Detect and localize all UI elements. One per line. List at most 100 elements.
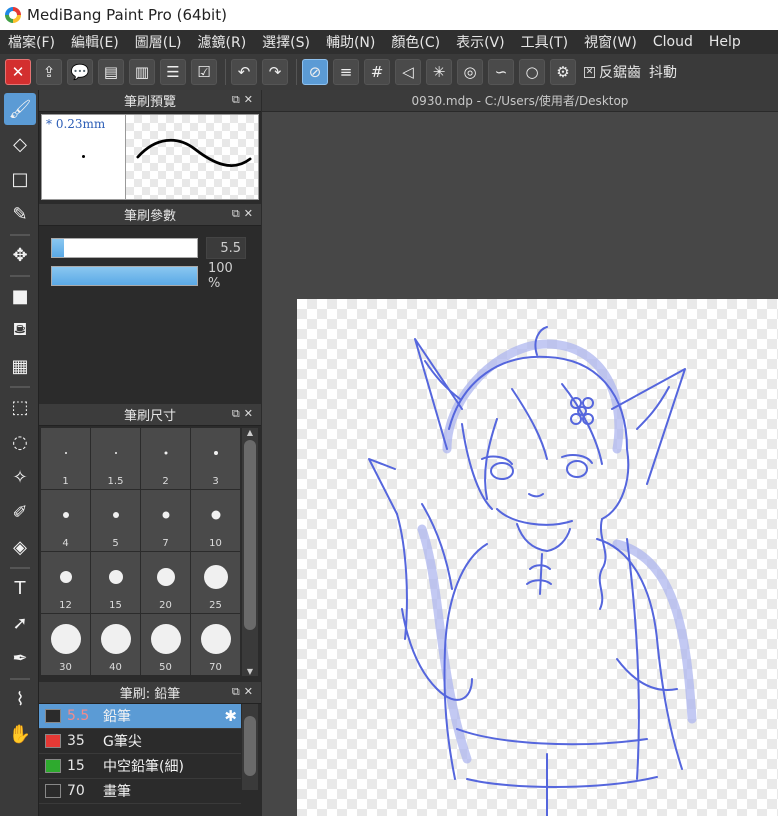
close-document-button[interactable]: ✕ bbox=[5, 59, 31, 85]
sizes-scrollbar[interactable]: ▲ ▼ bbox=[242, 428, 258, 676]
checklist-button[interactable]: ☑ bbox=[191, 59, 217, 85]
bucket-icon: ⛾ bbox=[12, 319, 28, 340]
eraser-tool[interactable]: ◇ bbox=[4, 128, 36, 160]
fan-snap-button[interactable]: ◁ bbox=[395, 59, 421, 85]
scroll-up-icon[interactable]: ▲ bbox=[245, 428, 255, 437]
menu-snap[interactable]: 輔助(N) bbox=[318, 32, 383, 52]
manage-button[interactable]: ☰ bbox=[160, 59, 186, 85]
popout-icon[interactable]: ⧉ bbox=[232, 207, 244, 220]
brush-size-value[interactable]: 5.5 bbox=[206, 237, 246, 259]
fill-rect-tool[interactable]: ■ bbox=[4, 280, 36, 312]
brush-size-option[interactable]: 10 bbox=[191, 490, 240, 551]
snap-off-button[interactable]: ⊘ bbox=[302, 59, 328, 85]
grid-snap-button[interactable]: # bbox=[364, 59, 390, 85]
comment-button[interactable]: 💬 bbox=[67, 59, 93, 85]
menu-view[interactable]: 表示(V) bbox=[448, 32, 513, 52]
magic-wand-tool[interactable]: ✧ bbox=[4, 461, 36, 493]
brush-settings-gear-icon[interactable]: ✱ bbox=[224, 707, 237, 725]
document-button[interactable]: ▥ bbox=[129, 59, 155, 85]
operation-tool[interactable]: ➚ bbox=[4, 607, 36, 639]
brush-list-item[interactable]: 5.5 鉛筆 ✱ bbox=[39, 704, 241, 729]
brush-size-option[interactable]: 2 bbox=[141, 428, 190, 489]
menu-select[interactable]: 選擇(S) bbox=[254, 32, 318, 52]
stabilizer-toggle[interactable]: 抖動 bbox=[649, 62, 677, 82]
select-tool[interactable]: ⬚ bbox=[4, 391, 36, 423]
divide-tool[interactable]: ✒ bbox=[4, 642, 36, 674]
brush-size-option[interactable]: 4 bbox=[41, 490, 90, 551]
canvas-area[interactable]: 0930.mdp - C:/Users/使用者/Desktop bbox=[262, 90, 778, 816]
settings-button[interactable]: ⚙ bbox=[550, 59, 576, 85]
close-icon[interactable]: ✕ bbox=[244, 207, 257, 220]
hand-tool[interactable]: ✋ bbox=[4, 718, 36, 750]
brush-size-option[interactable]: 7 bbox=[141, 490, 190, 551]
panel-controls[interactable]: ⧉✕ bbox=[232, 207, 257, 221]
circle-snap-button[interactable]: ○ bbox=[519, 59, 545, 85]
panel-controls[interactable]: ⧉✕ bbox=[232, 685, 257, 699]
brush-size-option[interactable]: 12 bbox=[41, 552, 90, 613]
brush-size-option[interactable]: 70 bbox=[191, 614, 240, 675]
brush-list-item[interactable]: 15 中空鉛筆(細) bbox=[39, 754, 241, 779]
menu-edit[interactable]: 編輯(E) bbox=[63, 32, 127, 52]
brush-list-item[interactable]: 70 畫筆 bbox=[39, 779, 241, 804]
text-tool[interactable]: T bbox=[4, 572, 36, 604]
popout-icon[interactable]: ⧉ bbox=[232, 407, 244, 420]
select-pen-tool[interactable]: ✐ bbox=[4, 496, 36, 528]
concentric-snap-button[interactable]: ◎ bbox=[457, 59, 483, 85]
scroll-down-icon[interactable]: ▼ bbox=[245, 667, 255, 676]
menu-color[interactable]: 顏色(C) bbox=[383, 32, 448, 52]
document-tab[interactable]: 0930.mdp - C:/Users/使用者/Desktop bbox=[262, 90, 778, 112]
drawing-canvas[interactable] bbox=[297, 299, 778, 816]
undo-button[interactable]: ↶ bbox=[231, 59, 257, 85]
close-icon[interactable]: ✕ bbox=[244, 685, 257, 698]
brush-size-option[interactable]: 20 bbox=[141, 552, 190, 613]
panel-controls[interactable]: ⧉✕ bbox=[232, 407, 257, 421]
redo-button[interactable]: ↷ bbox=[262, 59, 288, 85]
popout-icon[interactable]: ⧉ bbox=[232, 685, 244, 698]
menu-layer[interactable]: 圖層(L) bbox=[127, 32, 190, 52]
select-eraser-tool[interactable]: ◈ bbox=[4, 531, 36, 563]
scroll-thumb[interactable] bbox=[244, 440, 256, 630]
tool-divider bbox=[10, 234, 30, 236]
menu-cloud[interactable]: Cloud bbox=[645, 34, 701, 50]
brush-size-option[interactable]: 1 bbox=[41, 428, 90, 489]
brush-size-option[interactable]: 3 bbox=[191, 428, 240, 489]
parallel-snap-button[interactable]: ≡ bbox=[333, 59, 359, 85]
brush-size-option[interactable]: 50 bbox=[141, 614, 190, 675]
brush-size-option[interactable]: 15 bbox=[91, 552, 140, 613]
close-icon[interactable]: ✕ bbox=[244, 93, 257, 106]
close-icon[interactable]: ✕ bbox=[244, 407, 257, 420]
menu-file[interactable]: 檔案(F) bbox=[0, 32, 63, 52]
brush-size-option[interactable]: 1.5 bbox=[91, 428, 140, 489]
brush-list-item[interactable]: 35 G筆尖 bbox=[39, 729, 241, 754]
notes-button[interactable]: ▤ bbox=[98, 59, 124, 85]
brush-size-preview: * 0.23mm bbox=[42, 115, 126, 199]
dot-tool[interactable]: ✎ bbox=[4, 198, 36, 230]
brush-size-option[interactable]: 30 bbox=[41, 614, 90, 675]
menu-window[interactable]: 視窗(W) bbox=[576, 32, 645, 52]
share-button[interactable]: ⇪ bbox=[36, 59, 62, 85]
brush-opacity-slider[interactable] bbox=[51, 266, 198, 286]
bucket-tool[interactable]: ⛾ bbox=[4, 315, 36, 347]
rectangle-tool[interactable]: □ bbox=[4, 163, 36, 195]
radial-snap-button[interactable]: ✳ bbox=[426, 59, 452, 85]
brush-size-option[interactable]: 5 bbox=[91, 490, 140, 551]
brush-list-scrollbar[interactable] bbox=[242, 704, 258, 790]
menu-tools[interactable]: 工具(T) bbox=[513, 32, 576, 52]
antialias-toggle[interactable]: ✕ 反鋸齒 bbox=[584, 62, 641, 82]
brush-size-slider[interactable] bbox=[51, 238, 198, 258]
scroll-thumb[interactable] bbox=[244, 716, 256, 776]
brush-size-option[interactable]: 40 bbox=[91, 614, 140, 675]
popout-icon[interactable]: ⧉ bbox=[232, 93, 244, 106]
brush-tip-dot bbox=[82, 155, 85, 158]
menu-filter[interactable]: 濾鏡(R) bbox=[190, 32, 255, 52]
lasso-tool[interactable]: ◌ bbox=[4, 426, 36, 458]
gradient-tool[interactable]: ▦ bbox=[4, 350, 36, 382]
eyedropper-tool[interactable]: ⌇ bbox=[4, 683, 36, 715]
menu-help[interactable]: Help bbox=[701, 34, 749, 50]
brush-tool[interactable]: 🖌 bbox=[4, 93, 36, 125]
curve-snap-button[interactable]: ∽ bbox=[488, 59, 514, 85]
brush-color-swatch bbox=[45, 734, 61, 748]
move-tool[interactable]: ✥ bbox=[4, 239, 36, 271]
panel-controls[interactable]: ⧉✕ bbox=[232, 93, 257, 107]
brush-size-option[interactable]: 25 bbox=[191, 552, 240, 613]
